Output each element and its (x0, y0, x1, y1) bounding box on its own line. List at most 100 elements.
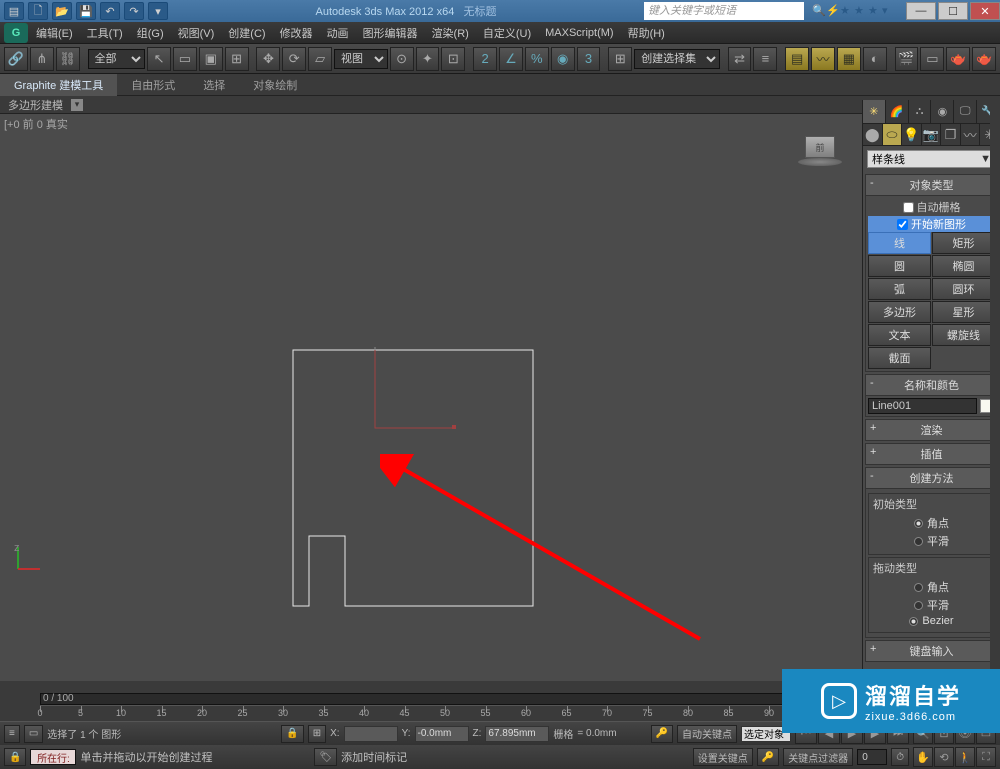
viewport-hscrollbar[interactable] (0, 681, 852, 691)
ribbon-tab-paint[interactable]: 对象绘制 (239, 74, 311, 96)
viewport-shape-line001[interactable] (293, 350, 553, 623)
lock-selection-icon[interactable]: 🔒 (281, 725, 303, 743)
shape-section-button[interactable]: 截面 (868, 347, 931, 369)
snap-angle-icon[interactable]: ∠ (499, 47, 523, 71)
subcategory-select[interactable]: 样条线▼ (867, 150, 996, 168)
select-icon[interactable]: ↖ (147, 47, 171, 71)
keymode-icon[interactable]: ⊡ (441, 47, 465, 71)
time-config2-icon[interactable]: ⏱ (891, 748, 909, 766)
panel-scrollbar[interactable] (990, 100, 1000, 691)
qat-more-icon[interactable]: ▾ (148, 2, 168, 20)
shape-star-button[interactable]: 星形 (932, 301, 995, 323)
app-menu-icon[interactable]: ▤ (4, 2, 24, 20)
drag-corner-radio[interactable]: 角点 (873, 578, 990, 596)
layers-icon[interactable]: ▤ (785, 47, 809, 71)
snap-spinner-icon[interactable]: ◉ (551, 47, 575, 71)
move-icon[interactable]: ✥ (256, 47, 280, 71)
cat-spacewarps-icon[interactable]: 〰 (961, 124, 981, 145)
ribbon-expand-icon[interactable]: ▾ (71, 99, 83, 111)
snap-percent-icon[interactable]: % (525, 47, 549, 71)
shape-arc-button[interactable]: 弧 (868, 278, 931, 300)
setkey-button[interactable]: 设置关键点 (693, 748, 753, 766)
named-selset-input[interactable]: 创建选择集 (634, 49, 719, 69)
menu-modifiers[interactable]: 修改器 (274, 22, 319, 44)
window-crossing-icon[interactable]: ⊞ (225, 47, 249, 71)
timetag-icon[interactable]: 🏷 (314, 748, 337, 766)
nav-walk-icon[interactable]: 🚶 (955, 747, 975, 767)
cat-helpers-icon[interactable]: ❐ (941, 124, 961, 145)
mirror-icon[interactable]: ⇄ (728, 47, 752, 71)
cat-shapes-icon[interactable]: ⬭ (883, 124, 903, 145)
snap-2d-icon[interactable]: 2 (473, 47, 497, 71)
cat-cameras-icon[interactable]: 📷 (922, 124, 942, 145)
manip-icon[interactable]: ✦ (416, 47, 440, 71)
nav-orbit-icon[interactable]: ⟲ (934, 747, 954, 767)
z-coord-field[interactable]: 67.895mm (485, 726, 549, 742)
shape-rectangle-button[interactable]: 矩形 (932, 232, 995, 254)
initial-corner-radio[interactable]: 角点 (873, 514, 990, 532)
menu-animation[interactable]: 动画 (321, 22, 355, 44)
current-frame-field[interactable]: 0 (857, 749, 887, 765)
viewport-label[interactable]: [+0 前 0 真实 (4, 116, 68, 132)
rollout-object-type[interactable]: -对象类型 (865, 174, 998, 196)
rollout-keyboard[interactable]: +键盘输入 (865, 640, 998, 662)
curve-editor-icon[interactable]: 〰 (811, 47, 835, 71)
rotate-icon[interactable]: ⟳ (282, 47, 306, 71)
rollout-name-color[interactable]: -名称和颜色 (865, 374, 998, 396)
menu-views[interactable]: 视图(V) (172, 22, 221, 44)
time-slider[interactable]: 0 / 100 05101520253035404550556065707580… (0, 691, 862, 721)
add-timetag[interactable]: 添加时间标记 (341, 749, 407, 765)
menu-customize[interactable]: 自定义(U) (477, 22, 537, 44)
nav-pan-icon[interactable]: ✋ (913, 747, 933, 767)
scale-icon[interactable]: ▱ (308, 47, 332, 71)
menu-group[interactable]: 组(G) (131, 22, 170, 44)
rollout-interp[interactable]: +插值 (865, 443, 998, 465)
menu-create[interactable]: 创建(C) (222, 22, 271, 44)
drag-smooth-radio[interactable]: 平滑 (873, 596, 990, 614)
drag-bezier-radio[interactable]: Bezier (873, 614, 990, 628)
qat-undo-icon[interactable]: ↶ (100, 2, 120, 20)
shape-ellipse-button[interactable]: 椭圆 (932, 255, 995, 277)
menu-graph[interactable]: 图形编辑器 (357, 22, 424, 44)
keyfilter-button[interactable]: 关键点过滤器 (783, 748, 853, 766)
pivot-icon[interactable]: ⊙ (390, 47, 414, 71)
close-button[interactable]: ✕ (970, 2, 1000, 20)
render-frame-icon[interactable]: ▭ (920, 47, 944, 71)
tab-motion-icon[interactable]: ◉ (931, 100, 954, 123)
autokey-button[interactable]: 自动关键点 (677, 725, 737, 743)
bind-icon[interactable]: ⛓ (56, 47, 80, 71)
qat-redo-icon[interactable]: ↷ (124, 2, 144, 20)
maximize-button[interactable]: ☐ (938, 2, 968, 20)
object-name-input[interactable] (868, 398, 977, 414)
shape-text-button[interactable]: 文本 (868, 324, 931, 346)
menu-help[interactable]: 帮助(H) (622, 22, 671, 44)
align-icon[interactable]: ≡ (753, 47, 777, 71)
selection-filter-select[interactable]: 全部 (88, 49, 146, 69)
keymode-icon2[interactable]: 🔑 (757, 748, 779, 766)
x-coord-field[interactable] (344, 726, 398, 742)
app-logo-icon[interactable]: G (4, 23, 28, 43)
tab-hierarchy-icon[interactable]: ⛬ (909, 100, 932, 123)
namedsel-icon[interactable]: ⊞ (608, 47, 632, 71)
rollout-create-method[interactable]: -创建方法 (865, 467, 998, 489)
shape-ngon-button[interactable]: 多边形 (868, 301, 931, 323)
minimize-button[interactable]: — (906, 2, 936, 20)
cat-geometry-icon[interactable]: ⬤ (863, 124, 883, 145)
tab-display-icon[interactable]: 🖵 (954, 100, 977, 123)
render-prod-icon[interactable]: 🫖 (972, 47, 996, 71)
rollout-render[interactable]: +渲染 (865, 419, 998, 441)
select-rect-icon[interactable]: ▣ (199, 47, 223, 71)
select-name-icon[interactable]: ▭ (173, 47, 197, 71)
shape-helix-button[interactable]: 螺旋线 (932, 324, 995, 346)
unlink-icon[interactable]: ⋔ (30, 47, 54, 71)
menu-maxscript[interactable]: MAXScript(M) (539, 24, 619, 42)
material-icon[interactable]: ◐ (863, 47, 887, 71)
ribbon-tab-selection[interactable]: 选择 (189, 74, 239, 96)
menu-edit[interactable]: 编辑(E) (30, 22, 79, 44)
time-config-icon[interactable]: 🔑 (651, 725, 673, 743)
ribbon-tab-freeform[interactable]: 自由形式 (117, 74, 189, 96)
tab-modify-icon[interactable]: 🌈 (886, 100, 909, 123)
link-icon[interactable]: 🔗 (4, 47, 28, 71)
autogrid-checkbox[interactable]: 自动栅格 (868, 198, 995, 216)
nav-maximize-icon[interactable]: ⛶ (976, 747, 996, 767)
